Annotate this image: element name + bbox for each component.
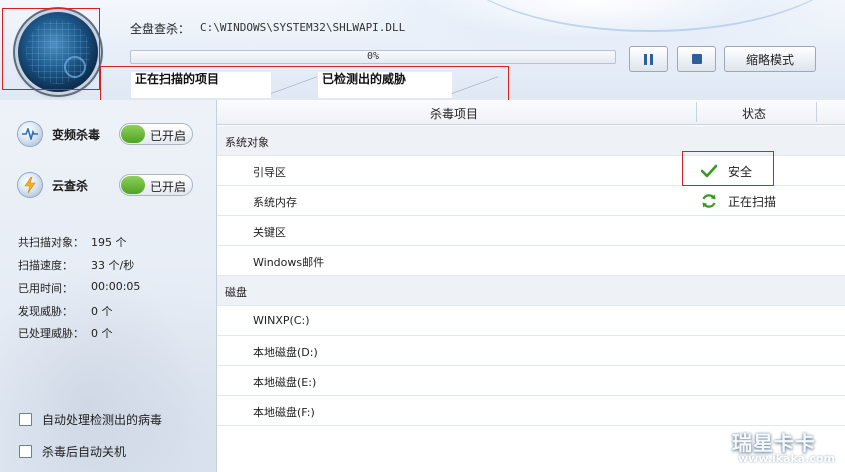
- feature-label: 云查杀: [52, 178, 89, 193]
- stat-scanned-objects: 共扫描对象： 195 个: [18, 234, 127, 250]
- row-name: 引导区: [253, 166, 286, 179]
- table-row[interactable]: 本地磁盘(D:): [217, 336, 845, 366]
- feature-variable-frequency: 变频杀毒: [18, 122, 108, 146]
- pulse-icon: [18, 122, 42, 146]
- row-name: 本地磁盘(F:): [253, 406, 315, 419]
- row-name: 关键区: [253, 226, 286, 239]
- scan-progress-bar: 0%: [130, 50, 616, 64]
- option-label: 杀毒后自动关机: [42, 445, 127, 459]
- row-status: 正在扫描: [700, 192, 776, 210]
- toggle-state-label: 已开启: [150, 129, 187, 143]
- status-highlight-box: [682, 151, 774, 186]
- row-name: 本地磁盘(D:): [253, 346, 318, 359]
- stat-value: 0 个: [91, 327, 113, 340]
- feature-cloud-scan: 云查杀: [18, 173, 108, 197]
- stat-threats-found: 发现威胁： 0 个: [18, 303, 113, 319]
- column-header-status[interactable]: 状态: [742, 105, 766, 122]
- auto-handle-virus-option[interactable]: 自动处理检测出的病毒: [19, 411, 162, 428]
- variable-frequency-toggle[interactable]: 已开启: [119, 123, 193, 145]
- table-row[interactable]: Windows邮件: [217, 246, 845, 276]
- toggle-knob: [121, 176, 145, 194]
- column-divider: [816, 102, 817, 122]
- progress-percent: 0%: [366, 51, 380, 62]
- stat-value: 195 个: [91, 236, 127, 249]
- current-scan-path: C:\WINDOWS\SYSTEM32\SHLWAPI.DLL: [200, 21, 406, 34]
- row-name: WINXP(C:): [253, 314, 310, 327]
- stat-elapsed-time: 已用时间： 00:00:05: [18, 280, 140, 296]
- scan-mode-label: 全盘查杀：: [130, 22, 191, 36]
- option-label: 自动处理检测出的病毒: [42, 413, 163, 427]
- logo-highlight-box: [2, 8, 100, 90]
- row-name: Windows邮件: [253, 256, 325, 269]
- mini-mode-button[interactable]: 缩略模式: [724, 46, 816, 72]
- row-name: 系统对象: [225, 136, 269, 149]
- left-panel: 变频杀毒 已开启 云查杀 已开启 共扫描对象： 195 个 扫描速度： 33 个…: [0, 100, 217, 472]
- checkbox[interactable]: [19, 413, 32, 426]
- auto-shutdown-option[interactable]: 杀毒后自动关机: [19, 443, 126, 460]
- table-header: 杀毒项目 状态: [217, 100, 845, 125]
- stat-scan-speed: 扫描速度： 33 个/秒: [18, 257, 134, 273]
- table-row[interactable]: 本地磁盘(F:): [217, 396, 845, 426]
- watermark-url: www.ikaka.com: [738, 452, 835, 465]
- column-divider: [696, 102, 697, 122]
- stat-value: 00:00:05: [91, 280, 141, 293]
- table-row-group[interactable]: 磁盘: [217, 276, 845, 306]
- stat-threats-handled: 已处理威胁： 0 个: [18, 325, 113, 341]
- cloud-scan-toggle[interactable]: 已开启: [119, 174, 193, 196]
- status-text: 正在扫描: [728, 194, 777, 209]
- feature-label: 变频杀毒: [52, 127, 101, 142]
- stat-value: 0 个: [91, 305, 113, 318]
- column-header-item[interactable]: 杀毒项目: [430, 105, 478, 122]
- checkbox[interactable]: [19, 445, 32, 458]
- stat-label: 发现威胁：: [18, 305, 73, 318]
- toggle-knob: [121, 125, 145, 143]
- table-row[interactable]: 系统内存 正在扫描: [217, 186, 845, 216]
- tabs-highlight-box: [100, 66, 509, 100]
- table-row[interactable]: WINXP(C:): [217, 306, 845, 336]
- pause-icon: [644, 53, 653, 65]
- row-name: 磁盘: [225, 286, 247, 299]
- lightning-icon: [18, 173, 42, 197]
- stat-label: 扫描速度：: [18, 259, 73, 272]
- scan-header: 全盘查杀： C:\WINDOWS\SYSTEM32\SHLWAPI.DLL 0%…: [0, 0, 845, 100]
- table-row[interactable]: 关键区: [217, 216, 845, 246]
- stat-label: 已处理威胁：: [18, 327, 84, 340]
- row-name: 系统内存: [253, 196, 297, 209]
- stop-button[interactable]: [677, 46, 716, 72]
- watermark: 瑞星卡卡 www.ikaka.com: [712, 425, 845, 472]
- toggle-state-label: 已开启: [150, 180, 187, 194]
- stop-icon: [691, 54, 702, 64]
- winter-tree-background: [0, 242, 216, 472]
- stat-label: 已用时间：: [18, 282, 73, 295]
- refresh-icon: [700, 192, 718, 210]
- pause-button[interactable]: [629, 46, 668, 72]
- row-name: 本地磁盘(E:): [253, 376, 317, 389]
- table-row[interactable]: 本地磁盘(E:): [217, 366, 845, 396]
- stat-label: 共扫描对象：: [18, 236, 84, 249]
- stat-value: 33 个/秒: [91, 259, 135, 272]
